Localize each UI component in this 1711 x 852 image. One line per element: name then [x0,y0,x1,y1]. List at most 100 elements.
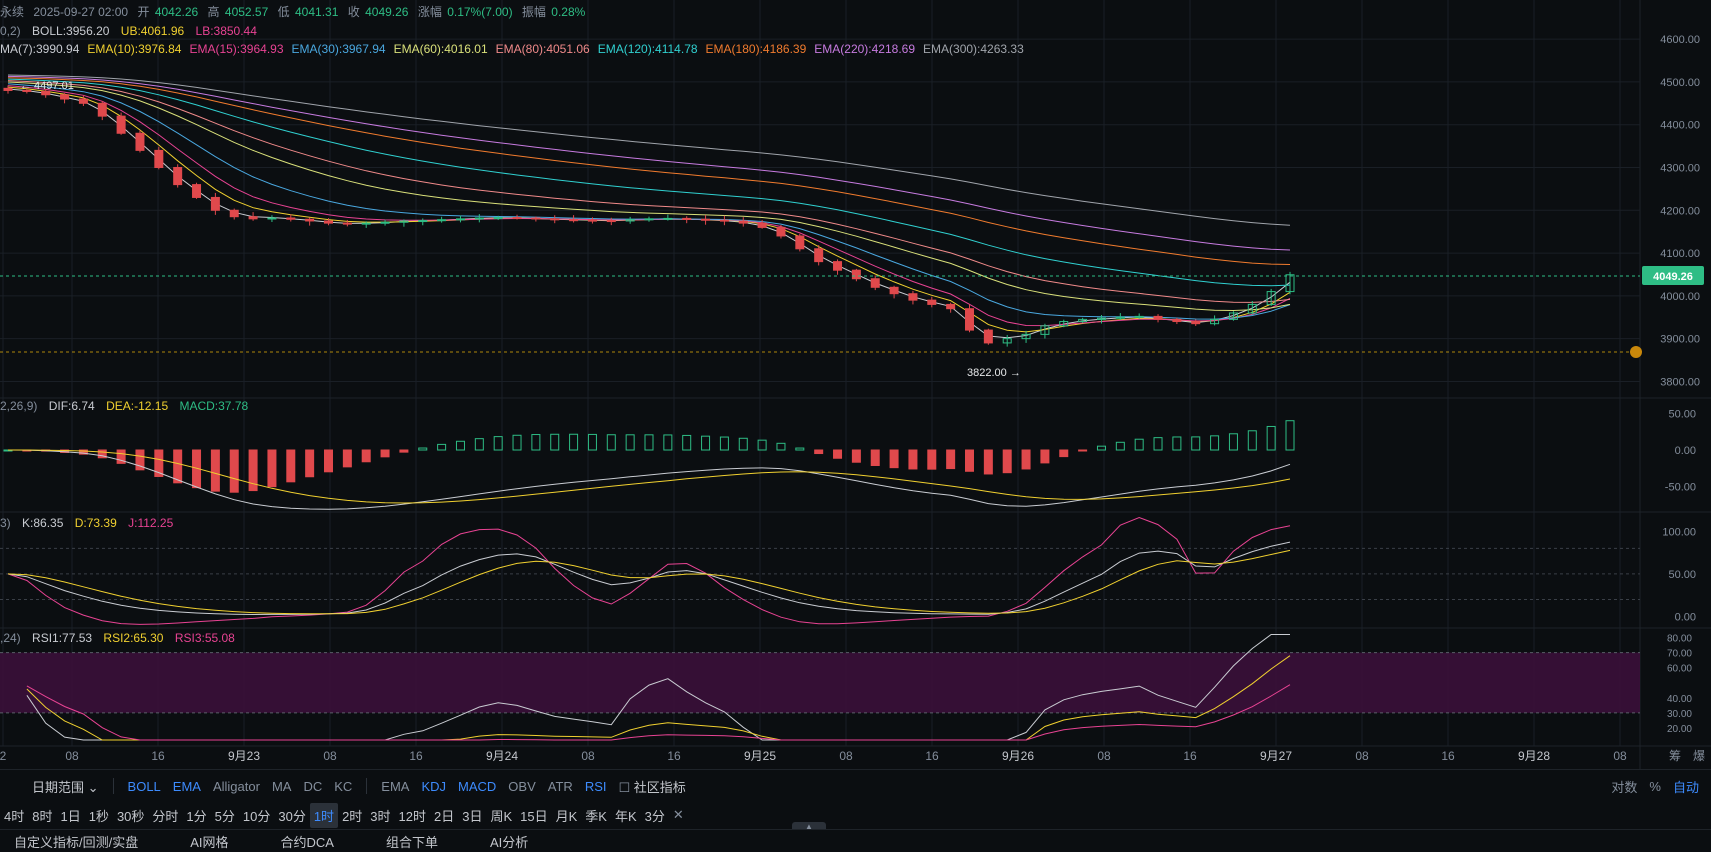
community-indicators-button[interactable]: ☐ 社区指标 [612,777,691,796]
interval-0[interactable]: 4时 [0,803,28,828]
rsi-band [0,652,1640,713]
candle-body [531,217,541,220]
macd-bar [1210,435,1220,451]
sub-indicator-obv[interactable]: OBV [502,779,541,794]
close-icon[interactable]: ✕ [669,804,688,826]
macd-tick-label: 0.00 [1675,445,1696,457]
interval-16[interactable]: 周K [486,803,516,828]
tab-ai-grid[interactable]: AI网格 [184,832,234,851]
macd-bar [550,433,560,451]
macd-bar [493,436,503,451]
time-tick-label: 2 [0,749,7,763]
interval-8[interactable]: 10分 [239,803,274,828]
sub-indicator-macd[interactable]: MACD [452,779,502,794]
tab-contract-dca[interactable]: 合约DCA [275,832,340,851]
ema-legend-item: EMA(180):4186.39 [706,42,807,56]
interval-3[interactable]: 1秒 [85,803,113,828]
indicator-ema[interactable]: EMA [167,779,207,794]
interval-9[interactable]: 30分 [274,803,309,828]
interval-5[interactable]: 分时 [148,803,182,828]
candle-body [550,218,560,221]
interval-7[interactable]: 5分 [211,803,239,828]
sub-indicator-atr[interactable]: ATR [542,779,579,794]
datetime-label: 2025-09-27 02:00 [33,5,128,19]
macd-bar [418,447,428,451]
interval-13[interactable]: 12时 [395,803,430,828]
interval-toolbar: 4时 8时 1日 1秒 30秒 分时 1分 5分 10分 30分 1时 2时 3时 12时 2日 3日 周K 15… [0,801,1711,829]
auto-scale-toggle[interactable]: 自动 [1667,777,1705,796]
time-tick-label: 9月27 [1260,749,1292,763]
macd-bar [1285,420,1295,451]
candle-body [1172,318,1182,323]
date-range-dropdown[interactable]: 日期范围 ⌄ [26,777,105,796]
candle-body [418,220,428,223]
sub-indicator-rsi[interactable]: RSI [579,779,613,794]
divider [366,778,368,794]
macd-bar [1172,436,1182,451]
kdj-tick-label: 0.00 [1675,611,1696,623]
macd-bar [1040,449,1050,464]
time-tick-label: 08 [1355,749,1369,763]
candle-body [946,303,956,310]
indicator-ma[interactable]: MA [266,779,298,794]
interval-17[interactable]: 15日 [516,803,551,828]
candle-body [569,219,579,222]
candle-body [192,184,202,198]
indicator-dc[interactable]: DC [297,779,328,794]
indicator-alligator[interactable]: Alligator [207,779,266,794]
macd-panel [3,420,1295,510]
interval-18[interactable]: 月K [552,803,582,828]
interval-21[interactable]: 3分 [641,803,669,828]
macd-tick-label: 50.00 [1668,408,1696,420]
interval-10[interactable]: 1时 [309,802,339,828]
interval-1[interactable]: 8时 [28,803,56,828]
macd-bar [1191,436,1201,451]
time-tick-label: 16 [667,749,681,763]
log-scale-toggle[interactable]: 对数 [1605,777,1643,796]
interval-15[interactable]: 3日 [458,803,486,828]
interval-2[interactable]: 1日 [56,803,84,828]
chart-canvas[interactable]: 4600.00 4500.00 4400.00 4300.00 4200.00 4100.… [0,0,1711,769]
macd-bar [1153,437,1163,451]
interval-4[interactable]: 30秒 [113,803,148,828]
macd-bar [776,442,786,451]
macd-tick-label: -50.00 [1665,482,1696,494]
interval-11[interactable]: 2时 [338,803,366,828]
time-tick-label: 9月23 [228,749,260,763]
macd-bar [361,449,371,463]
candle-body [719,219,729,222]
tab-ai-analysis[interactable]: AI分析 [484,832,534,851]
candle-body [1191,321,1201,325]
tab-custom-indicator[interactable]: 自定义指标/回测/实盘 [8,832,144,851]
candle-body [814,248,824,263]
indicator-kc[interactable]: KC [328,779,358,794]
tab-combo-order[interactable]: 组合下单 [380,832,444,851]
price-tick-label: 3800.00 [1660,376,1700,388]
macd-bar [625,434,635,451]
sub-indicator-ema[interactable]: EMA [375,779,415,794]
candle-body [682,217,692,220]
macd-bar [569,433,579,451]
alert-bell-icon[interactable] [1630,346,1642,358]
interval-12[interactable]: 3时 [366,803,394,828]
interval-20[interactable]: 年K [611,803,641,828]
macd-bar [286,449,296,483]
ema-line [7,83,1291,320]
macd-bar [1115,441,1125,451]
interval-19[interactable]: 季K [581,803,611,828]
sub-indicator-kdj[interactable]: KDJ [415,779,452,794]
time-tick-label: 9月24 [486,749,518,763]
high-price-marker: ← 4497.01 [20,80,74,92]
macd-bar [437,443,447,451]
ema-legend-item: MA(7):3990.94 [0,42,80,56]
candle-body [701,218,711,221]
candle-body [455,218,465,221]
candle-body [267,217,277,220]
candle-body [851,269,861,280]
interval-14[interactable]: 2日 [430,803,458,828]
candle-body [1134,315,1144,318]
interval-6[interactable]: 1分 [182,803,210,828]
percent-scale-toggle[interactable]: % [1643,779,1667,794]
indicator-boll[interactable]: BOLL [122,779,167,794]
candle-body [97,102,107,117]
